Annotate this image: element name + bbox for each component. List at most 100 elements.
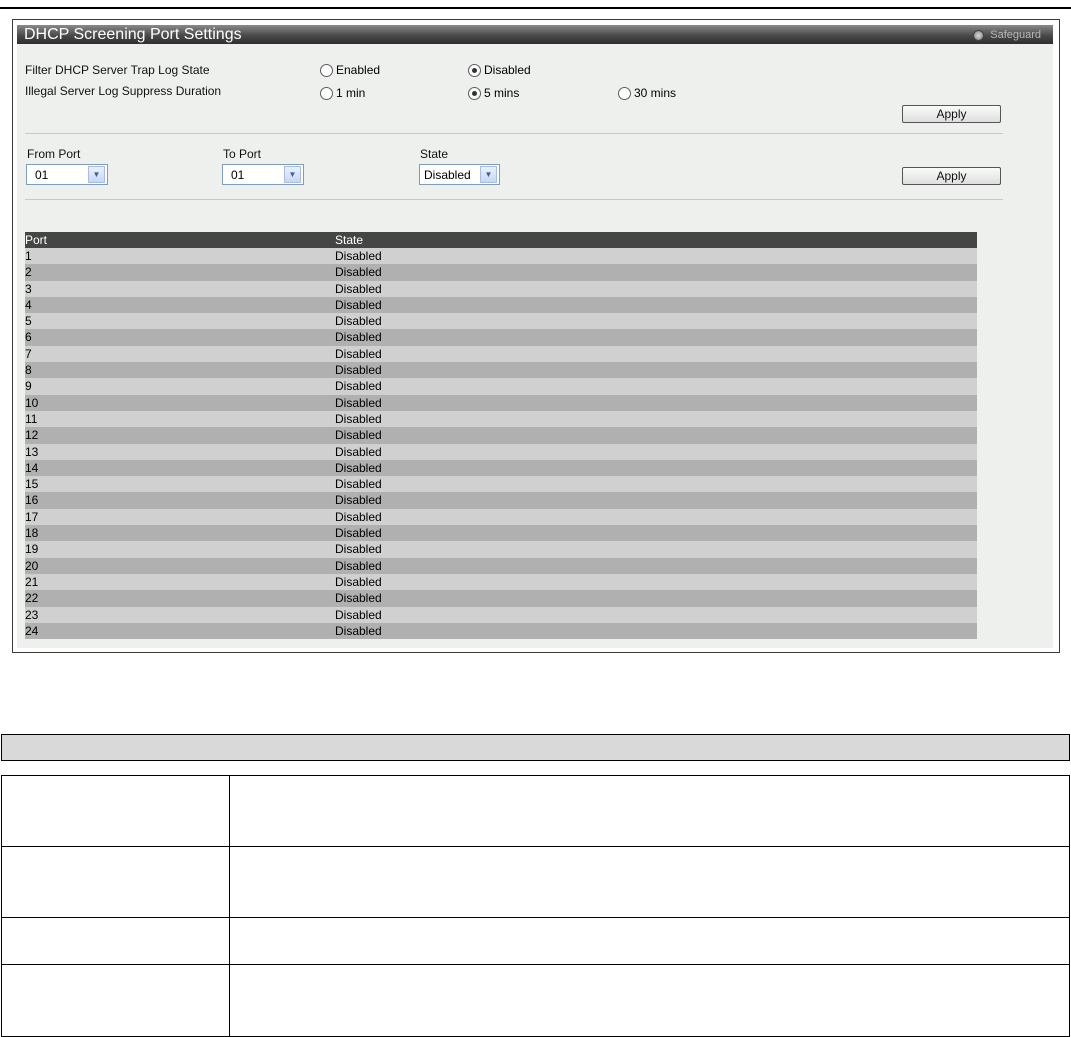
radio-icon [320, 86, 333, 100]
state-cell: Disabled [335, 428, 382, 443]
state-cell: Disabled [335, 314, 382, 329]
state-cell: Disabled [335, 542, 382, 557]
screenshot-frame: DHCP Screening Port Settings Safeguard F… [12, 19, 1060, 653]
apply-port-settings-button[interactable]: Apply [902, 167, 1001, 185]
state-select[interactable]: Disabled ▼ [419, 164, 500, 185]
table-row: 13 Disabled [25, 443, 977, 460]
suppress-duration-label: Illegal Server Log Suppress Duration [25, 84, 222, 98]
port-cell: 23 [25, 607, 39, 622]
state-cell: Disabled [335, 574, 382, 589]
description-row [1, 846, 1070, 918]
radio-label: 5 mins [484, 86, 520, 100]
table-row: 10 Disabled [25, 394, 977, 411]
port-cell: 7 [25, 346, 32, 361]
table-row: 15 Disabled [25, 476, 977, 493]
state-cell: Disabled [335, 509, 382, 524]
radio-icon [618, 86, 631, 100]
port-cell: 8 [25, 363, 32, 378]
description-row [1, 917, 1070, 965]
to-port-select[interactable]: 01 ▼ [222, 164, 304, 185]
trap-log-label: Filter DHCP Server Trap Log State [25, 63, 210, 77]
description-cell [229, 964, 1070, 1037]
description-cell [229, 775, 1070, 847]
table-body: 1 Disabled 2 Disabled 3 Disabled 4 Disabled 5 Dis… [25, 248, 977, 640]
to-port-label: To Port [223, 147, 262, 161]
state-cell: Disabled [335, 379, 382, 394]
port-cell: 6 [25, 330, 32, 345]
table-row: 21 Disabled [25, 573, 977, 591]
port-cell: 19 [25, 542, 39, 557]
state-cell: Disabled [335, 623, 382, 638]
safeguard-indicator: Safeguard [973, 29, 1041, 41]
description-cell [229, 917, 1070, 965]
state-cell: Disabled [335, 395, 382, 410]
trap-log-enabled-radio[interactable]: Enabled [320, 63, 380, 77]
state-cell: Disabled [335, 281, 382, 296]
port-cell: 17 [25, 509, 39, 524]
divider [25, 199, 1003, 200]
chevron-down-icon: ▼ [284, 166, 301, 183]
safeguard-indicator-icon [973, 29, 985, 41]
table-row: 9 Disabled [25, 378, 977, 395]
top-rule [0, 7, 1071, 9]
state-cell: Disabled [335, 477, 382, 492]
state-cell: Disabled [335, 607, 382, 622]
description-row [1, 775, 1070, 847]
table-row: 22 Disabled [25, 590, 977, 607]
state-cell: Disabled [335, 363, 382, 378]
table-row: 19 Disabled [25, 541, 977, 558]
port-cell: 10 [25, 395, 39, 410]
port-cell: 24 [25, 623, 39, 638]
table-row: 12 Disabled [25, 427, 977, 444]
port-cell: 11 [25, 411, 38, 426]
port-cell: 3 [25, 281, 32, 296]
from-port-value: 01 [35, 167, 49, 182]
state-label: State [420, 147, 449, 161]
state-cell: Disabled [335, 297, 382, 312]
title-bar: DHCP Screening Port Settings Safeguard [17, 25, 1053, 44]
from-port-label: From Port [27, 147, 81, 161]
port-cell: 13 [25, 444, 39, 459]
radio-selected-icon [468, 63, 481, 77]
port-cell: 20 [25, 558, 39, 573]
state-cell: Disabled [335, 558, 382, 573]
suppress-1min-radio[interactable]: 1 min [320, 86, 365, 100]
port-cell: 1 [25, 249, 32, 263]
port-cell: 4 [25, 297, 32, 312]
port-cell: 22 [25, 591, 39, 606]
table-row: 23 Disabled [25, 606, 977, 623]
table-row: 24 Disabled [25, 622, 977, 640]
table-row: 20 Disabled [25, 557, 977, 574]
from-port-select[interactable]: 01 ▼ [26, 164, 108, 185]
table-row: 4 Disabled [25, 296, 977, 314]
to-port-value: 01 [231, 167, 245, 182]
radio-label: 1 min [336, 86, 366, 100]
state-cell: Disabled [335, 330, 382, 345]
suppress-30mins-radio[interactable]: 30 mins [618, 86, 676, 100]
radio-label: Enabled [336, 63, 381, 77]
port-cell: 16 [25, 493, 39, 508]
parameter-cell [1, 775, 230, 847]
table-header: Port State [25, 232, 977, 248]
table-row: 1 Disabled [25, 248, 977, 265]
state-cell: Disabled [335, 493, 382, 508]
suppress-5mins-radio[interactable]: 5 mins [468, 86, 519, 100]
table-row: 6 Disabled [25, 329, 977, 346]
trap-log-disabled-radio[interactable]: Disabled [468, 63, 531, 77]
state-cell: Disabled [335, 444, 382, 459]
safeguard-label: Safeguard [990, 29, 1041, 41]
table-row: 18 Disabled [25, 525, 977, 542]
state-column-header: State [335, 233, 364, 247]
port-cell: 9 [25, 379, 32, 394]
description-table-header [1, 734, 1070, 761]
table-row: 3 Disabled [25, 280, 977, 297]
table-row: 14 Disabled [25, 459, 977, 477]
port-cell: 14 [25, 460, 39, 475]
radio-label: 30 mins [634, 86, 677, 100]
state-cell: Disabled [335, 526, 382, 541]
state-value: Disabled [424, 167, 471, 182]
table-row: 7 Disabled [25, 345, 977, 363]
apply-log-settings-button[interactable]: Apply [902, 105, 1001, 123]
table-row: 2 Disabled [25, 264, 977, 281]
state-cell: Disabled [335, 591, 382, 606]
